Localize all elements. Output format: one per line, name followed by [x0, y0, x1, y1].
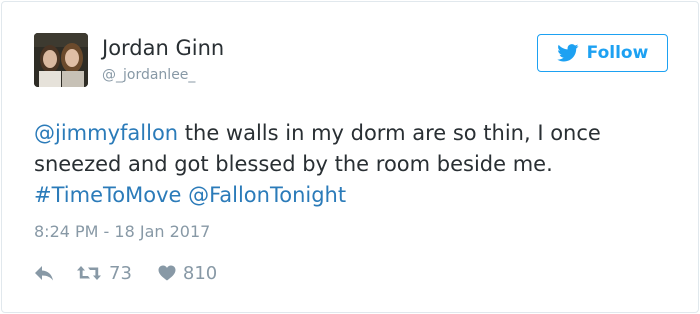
like-button[interactable]: 810: [158, 263, 217, 284]
reply-button[interactable]: [34, 265, 54, 281]
follow-button-label: Follow: [586, 43, 649, 63]
retweet-button[interactable]: 73: [76, 263, 132, 284]
like-count: 810: [182, 262, 218, 284]
tweet-timestamp[interactable]: 8:24 PM - 18 Jan 2017: [34, 221, 210, 243]
display-name[interactable]: Jordan Ginn: [102, 35, 224, 61]
retweet-icon: [77, 266, 101, 280]
avatar[interactable]: [34, 33, 88, 87]
tweet-card: Jordan Ginn @_jordanlee_ Follow @jimmyfa…: [1, 1, 699, 313]
mention-link[interactable]: @FallonTonight: [188, 183, 346, 207]
follow-button[interactable]: Follow: [537, 34, 668, 72]
user-handle[interactable]: @_jordanlee_: [102, 66, 195, 84]
tweet-text: @jimmyfallon the walls in my dorm are so…: [34, 118, 674, 211]
hashtag-link[interactable]: #TimeToMove: [34, 183, 181, 207]
retweet-count: 73: [109, 262, 132, 284]
tweet-actions: 73 810: [34, 260, 217, 286]
heart-icon: [158, 265, 176, 281]
mention-link[interactable]: @jimmyfallon: [34, 121, 178, 145]
reply-icon: [35, 266, 53, 281]
twitter-bird-icon: [556, 44, 579, 62]
avatar-photo: [34, 33, 88, 87]
